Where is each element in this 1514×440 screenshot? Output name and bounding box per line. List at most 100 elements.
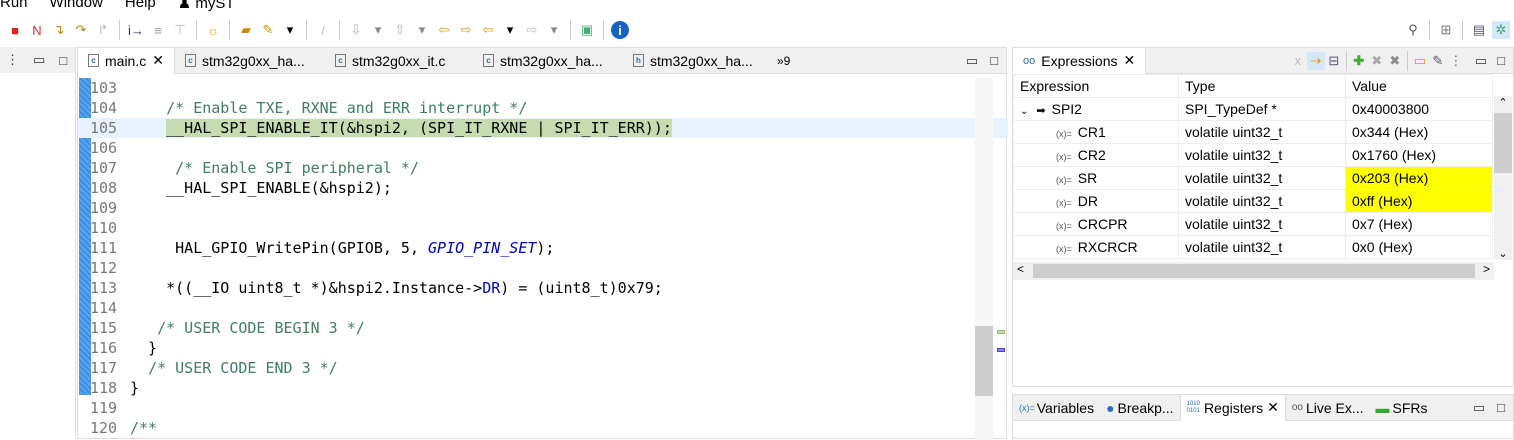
code-line[interactable]: 118} (78, 378, 1008, 398)
maximize-icon[interactable]: □ (1497, 400, 1505, 415)
vertical-scrollbar[interactable]: ⌃ ⌄ (1494, 96, 1512, 260)
disconnect-icon[interactable]: N (28, 21, 46, 39)
collapse-icon[interactable]: ⊟ (1325, 52, 1343, 70)
tab-sfrs[interactable]: ▬ SFRs (1370, 395, 1434, 421)
expression-value[interactable]: 0x40003800 (1345, 97, 1493, 121)
pen-icon[interactable]: / (314, 21, 332, 39)
chevron-down-icon[interactable]: ▾ (545, 21, 563, 39)
step-into-icon[interactable]: ↴ (50, 21, 68, 39)
code-line[interactable]: 108 __HAL_SPI_ENABLE(&hspi2); (78, 178, 1008, 198)
chevron-down-icon[interactable]: ▾ (369, 21, 387, 39)
code-line[interactable]: 111 HAL_GPIO_WritePin(GPIOB, 5, GPIO_PIN… (78, 238, 1008, 258)
maximize-icon[interactable]: □ (990, 53, 998, 68)
show-type-names-icon[interactable]: x (1289, 52, 1307, 70)
code-line[interactable]: 112 (78, 258, 1008, 278)
code-line[interactable]: 103 (78, 78, 1008, 98)
view-menu-icon[interactable]: ⋮ (6, 52, 19, 68)
tab-stm32g0xx-hal-1[interactable]: c stm32g0xx_ha... (175, 48, 325, 74)
new-window-icon[interactable]: ▭ (1411, 52, 1429, 70)
last-edit-icon[interactable]: ⇦ (435, 21, 453, 39)
prev-annotation-icon[interactable]: ⇧ (391, 21, 409, 39)
expression-row[interactable]: ⌄ ➡ SPI2 SPI_TypeDef * 0x40003800 (1013, 97, 1493, 121)
minimize-icon[interactable]: ▭ (1475, 53, 1487, 69)
code-line[interactable]: 106 (78, 138, 1008, 158)
debug-perspective-icon[interactable]: ✲ (1492, 21, 1510, 39)
step-over-icon[interactable]: ↷ (72, 21, 90, 39)
code-line[interactable]: 117 /* USER CODE END 3 */ (78, 358, 1008, 378)
open-perspective-icon[interactable]: ⊞ (1437, 21, 1455, 39)
build-icon[interactable]: ✎ (259, 21, 277, 39)
search-icon[interactable]: ⚲ (1404, 21, 1422, 39)
expression-value[interactable]: 0x0 (Hex) (1345, 235, 1493, 259)
code-line[interactable]: 109 (78, 198, 1008, 218)
collapse-all-icon[interactable]: ⇢ (1306, 51, 1325, 70)
code-line[interactable]: 116 } (78, 338, 1008, 358)
maximize-icon[interactable]: □ (59, 53, 67, 68)
expression-row[interactable]: (x)= SR volatile uint32_t 0x203 (Hex) (1013, 166, 1493, 190)
chevron-down-icon[interactable]: ▾ (501, 21, 519, 39)
cpp-perspective-icon[interactable]: ▤ (1470, 21, 1488, 39)
code-line[interactable]: 114 (78, 298, 1008, 318)
edit-icon[interactable]: ✎ (1429, 52, 1447, 70)
expression-value[interactable]: 0x7 (Hex) (1345, 212, 1493, 236)
remove-icon[interactable]: ✖ (1368, 52, 1386, 70)
code-line[interactable]: 105 __HAL_SPI_ENABLE_IT(&hspi2, (SPI_IT_… (78, 118, 1008, 138)
column-header-expression[interactable]: Expression (1013, 74, 1179, 98)
code-line[interactable]: 107 /* Enable SPI peripheral */ (78, 158, 1008, 178)
expression-row[interactable]: (x)= DR volatile uint32_t 0xff (Hex) (1013, 189, 1493, 213)
chevron-down-icon[interactable]: ▾ (413, 21, 431, 39)
menu-help[interactable]: Help (125, 0, 156, 12)
column-header-type[interactable]: Type (1178, 74, 1346, 98)
open-project-icon[interactable]: ▰ (237, 21, 255, 39)
scrollbar-thumb[interactable] (1033, 264, 1475, 278)
instruction-step-icon[interactable]: i→ (127, 21, 145, 39)
code-line[interactable]: 104 /* Enable TXE, RXNE and ERR interrup… (78, 98, 1008, 118)
tab-variables[interactable]: (x)= Variables (1013, 395, 1100, 421)
debug-icon[interactable]: ☼ (204, 21, 222, 39)
use-step-filters-icon[interactable]: ≡ (149, 21, 167, 39)
minimize-icon[interactable]: ▭ (1473, 400, 1485, 416)
chevron-down-icon[interactable]: ⌄ (1020, 106, 1028, 117)
next-edit-icon[interactable]: ⇨ (457, 21, 475, 39)
chevron-down-icon[interactable]: ▾ (281, 21, 299, 39)
view-menu-icon[interactable]: ⋮ (1447, 52, 1465, 70)
horizontal-scrollbar[interactable]: < > (1013, 262, 1494, 280)
scrollbar-thumb[interactable] (975, 326, 993, 396)
more-tabs-button[interactable]: »9 (777, 54, 790, 68)
tab-main-c[interactable]: c main.c ✕ (78, 47, 175, 74)
scrollbar-thumb[interactable] (1494, 113, 1512, 173)
tab-breakpoints[interactable]: ● Breakp... (1100, 395, 1180, 421)
forward-icon[interactable]: ⇨ (523, 21, 541, 39)
maximize-icon[interactable]: □ (1497, 53, 1505, 68)
expression-value[interactable]: 0x203 (Hex) (1345, 166, 1493, 190)
code-line[interactable]: 119 (78, 398, 1008, 418)
next-annotation-icon[interactable]: ⇩ (347, 21, 365, 39)
info-icon[interactable]: i (611, 21, 629, 39)
close-icon[interactable]: ✕ (1124, 52, 1136, 69)
expression-row[interactable]: (x)= CR1 volatile uint32_t 0x344 (Hex) (1013, 120, 1493, 144)
code-line[interactable]: 115 /* USER CODE BEGIN 3 */ (78, 318, 1008, 338)
tab-registers[interactable]: 1010 0101 Registers ✕ (1179, 394, 1286, 421)
column-header-value[interactable]: Value (1345, 74, 1493, 98)
step-filter-icon[interactable]: ⊤ (171, 21, 189, 39)
expression-value[interactable]: 0x1760 (Hex) (1345, 143, 1493, 167)
expression-value[interactable]: 0xff (Hex) (1345, 189, 1493, 213)
expression-row[interactable]: (x)= CRCPR volatile uint32_t 0x7 (Hex) (1013, 212, 1493, 236)
open-editor-icon[interactable]: ▣ (578, 21, 596, 39)
add-expression-icon[interactable]: ✚ (1350, 52, 1368, 70)
terminate-icon[interactable]: ■ (6, 21, 24, 39)
code-line[interactable]: 110 (78, 218, 1008, 238)
code-line[interactable]: 120 /** (78, 418, 1008, 438)
menu-myst[interactable]: ♟ myST (178, 0, 235, 12)
minimize-icon[interactable]: ▭ (33, 52, 45, 68)
menu-run[interactable]: Run (0, 0, 28, 12)
tab-stm32g0xx-hal-h[interactable]: h stm32g0xx_ha... (623, 48, 773, 74)
vertical-scrollbar[interactable] (975, 78, 993, 440)
close-icon[interactable]: ✕ (152, 52, 164, 69)
tab-stm32g0xx-hal-2[interactable]: c stm32g0xx_ha... (473, 48, 623, 74)
expression-value[interactable]: 0x344 (Hex) (1345, 120, 1493, 144)
tab-expressions[interactable]: oo Expressions ✕ (1013, 47, 1147, 74)
menu-window[interactable]: Window (50, 0, 103, 12)
expression-row[interactable]: (x)= RXCRCR volatile uint32_t 0x0 (Hex) (1013, 235, 1493, 259)
step-return-icon[interactable]: ↱ (94, 21, 112, 39)
